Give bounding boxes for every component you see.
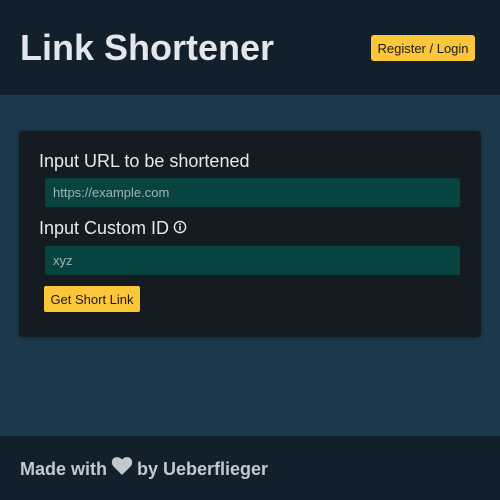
footer-made-with: Made with <box>20 459 108 479</box>
shortener-form-card: Input URL to be shortened Input Custom I… <box>19 131 481 337</box>
header-bar: Link Shortener Register / Login <box>0 0 500 95</box>
get-short-link-button[interactable]: Get Short Link <box>44 286 140 312</box>
custom-id-field-label: Input Custom ID <box>39 217 187 239</box>
url-input[interactable] <box>45 178 460 207</box>
custom-id-label-text: Input Custom ID <box>39 218 170 238</box>
custom-id-input[interactable] <box>45 246 460 275</box>
footer-author: by Ueberflieger <box>137 459 269 479</box>
url-field-label-text: Input URL to be shortened <box>39 151 250 171</box>
heart-icon <box>111 456 133 481</box>
footer-bar: Made with by Ueberflieger <box>0 436 500 500</box>
register-login-button[interactable]: Register / Login <box>371 35 475 61</box>
info-icon[interactable] <box>173 217 187 239</box>
url-field-label: Input URL to be shortened <box>39 150 249 172</box>
app-title: Link Shortener <box>20 27 275 68</box>
footer-credit: Made with by Ueberflieger <box>20 456 269 481</box>
